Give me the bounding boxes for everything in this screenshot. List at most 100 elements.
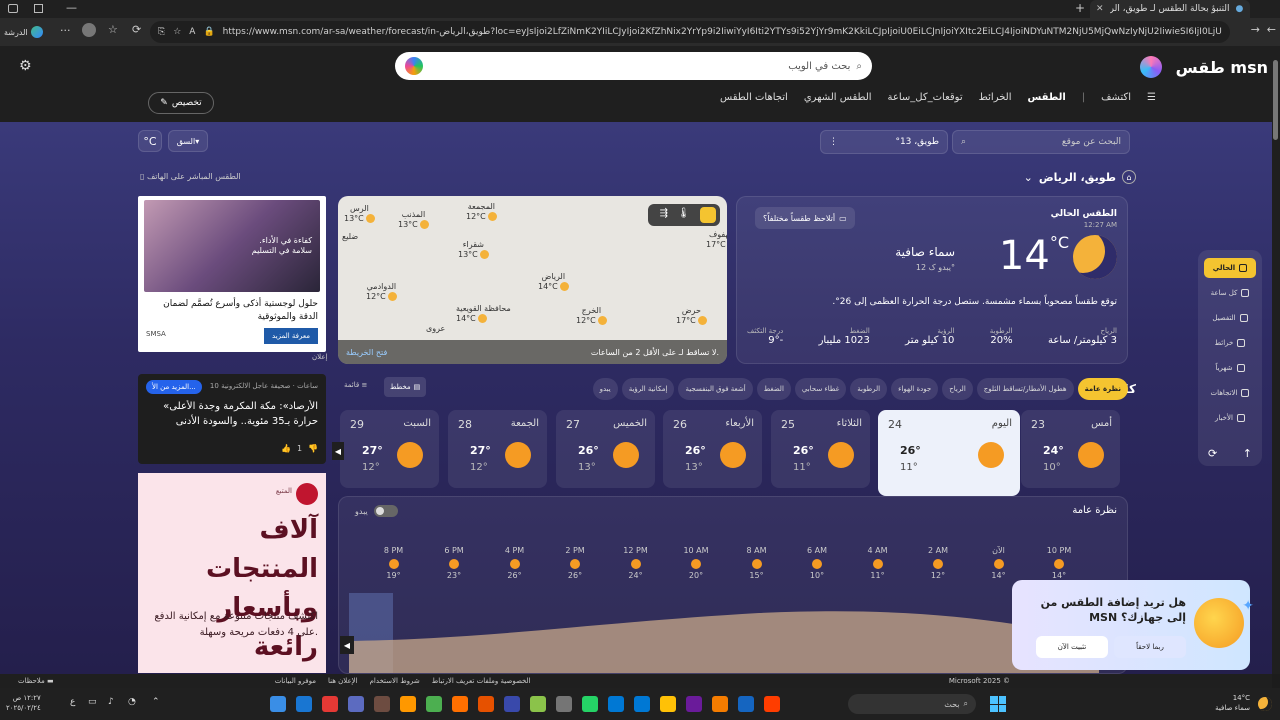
nav-trends[interactable]: اتجاهات الطقس [720,92,788,103]
hourly-tab[interactable]: الرطوبة [850,378,888,400]
chevron-down-icon[interactable]: ⌄ [1024,171,1033,184]
close-tab-icon[interactable]: ✕ [1096,4,1104,14]
map-layer-switcher[interactable]: 🌡 ⇶ [648,204,720,226]
files-icon[interactable] [348,696,364,712]
sidebar-item[interactable]: كل ساعة [1204,283,1256,303]
favorites-icon[interactable]: ☆ [108,23,118,36]
outlook-icon[interactable] [608,696,624,712]
hourly-tab[interactable]: غطاء سحابي [794,378,847,400]
map-city[interactable]: حرض 17°C [676,306,707,325]
wifi-icon[interactable]: ◔ [128,697,136,707]
map-city[interactable]: الرياض 14°C [538,272,569,291]
wind-layer-icon[interactable]: ⇶ [660,208,668,219]
volume-icon[interactable]: ♪ [108,697,114,707]
sidebar-item[interactable]: الاتجاهات [1204,383,1256,403]
sidebar-item[interactable]: الأخبار [1204,408,1256,428]
menu-icon[interactable]: ☰ [1147,92,1156,103]
scroll-left-icon[interactable]: ◀ [340,636,354,654]
network-icon[interactable] [504,696,520,712]
toggle-switch[interactable] [373,505,398,517]
ad-cta-button[interactable]: معرفة المزيد [264,328,318,344]
open-map-link[interactable]: فتح الخريطة [346,348,387,357]
more-options-icon[interactable]: ⋮ [829,137,838,147]
sidebar-item[interactable]: خرائط [1204,333,1256,353]
taskbar-search[interactable]: بحث ⌕ [848,694,976,714]
hourly-tab[interactable]: جودة الهواء [891,378,939,400]
hourly-tab[interactable]: يبدو [592,378,618,400]
place-name[interactable]: طويق، الرياض [1039,171,1116,184]
dislike-icon[interactable]: 👎 [308,444,318,453]
new-tab-icon[interactable]: + [1075,1,1085,15]
map-city[interactable]: الهفوف17°C [706,230,727,249]
nav-maps[interactable]: الخرائط [979,92,1012,103]
source-dropdown[interactable]: السق ▾ [168,130,208,152]
refresh-icon[interactable]: ⟳ [132,23,141,36]
sidebar-item[interactable]: شهرياً [1204,358,1256,378]
footer-terms[interactable]: شروط الاستخدام [370,677,420,685]
todo-icon[interactable] [530,696,546,712]
footer-privacy[interactable]: الخصوصية وملفات تعريف الارتباط [432,677,531,685]
day-card[interactable]: الثلاثاء 25 26° 11° [771,410,870,488]
report-weather-button[interactable]: أتلاحظ طقساً مختلفاً؟ ▭ [755,207,855,229]
hourly-tab[interactable]: نظرة عامة [1077,378,1128,400]
nav-weather[interactable]: الطقس [1028,92,1066,103]
folder-icon[interactable] [660,696,676,712]
lock-icon[interactable]: 🔒 [203,27,214,37]
view-chart-button[interactable]: مخطط ▤ [384,377,427,397]
map-city[interactable]: عروى [426,324,445,334]
scroll-left-icon[interactable]: ◀ [332,442,344,460]
copilot-search-icon[interactable] [405,57,423,75]
like-icon[interactable]: 👍 [281,444,291,453]
saved-location-chip[interactable]: طويق، 13° ⋮ [820,130,948,154]
unit-dropdown[interactable]: °C [138,130,162,152]
back-to-top-icon[interactable]: ↑ [1243,447,1252,460]
brave-icon[interactable] [400,696,416,712]
copilot-app-icon[interactable] [270,696,286,712]
forward-icon[interactable]: → [1251,23,1260,36]
teams-icon[interactable] [426,696,442,712]
nav-hourly[interactable]: توقعات_كل_ساعة [888,92,963,103]
sidebar-item[interactable]: التفصيل [1204,308,1256,328]
maybe-later-button[interactable]: ربما لاحقاً [1114,636,1186,658]
hourly-tab[interactable]: أشعة فوق البنفسجية [678,378,753,400]
minimize-icon[interactable]: — [66,1,77,14]
scrollbar[interactable] [1272,46,1280,674]
hourly-tab[interactable]: الرياح [942,378,973,400]
tray-chevron-icon[interactable]: ⌃ [152,697,160,707]
day-card-today[interactable]: اليوم 24 26° 11° [878,410,1020,496]
day-card[interactable]: السبت 29 27° 12° [340,410,439,488]
news-card[interactable]: المزيد من الأ... 10 ساعات · صحيفة عاجل ا… [138,374,326,464]
sidebar-item[interactable]: الحالي [1204,258,1256,278]
install-now-button[interactable]: تثبيت الآن [1036,636,1108,658]
whatsapp-icon[interactable] [582,696,598,712]
url-text[interactable]: https://www.msn.com/ar-sa/weather/foreca… [223,27,1222,37]
map-city[interactable]: محافظة القويعية 14°C [456,304,511,323]
taskbar-weather[interactable]: 14°C سماء صافية [1215,694,1250,714]
favorite-star-icon[interactable]: ☆ [173,27,181,37]
map-city[interactable]: ضليع [342,232,358,242]
back-icon[interactable]: ← [1267,23,1276,36]
location-search[interactable]: البحث عن موقع ⌕ [952,130,1130,154]
scrollbar-thumb[interactable] [1273,60,1278,140]
view-list-button[interactable]: قائمة ≡ [344,381,367,389]
weather-map[interactable]: 🌡 ⇶ فتح الخريطة لا تساقط لـ على الأقل 2 … [338,196,727,364]
terminal-icon[interactable] [738,696,754,712]
settings-gear-icon[interactable]: ⚙ [19,58,32,74]
explorer-icon[interactable] [374,696,390,712]
map-city[interactable]: شقراء 13°C [458,240,489,259]
map-city[interactable]: المجمعة 12°C [466,202,497,221]
more-news-button[interactable]: المزيد من الأ... [146,380,202,394]
ad-smsa[interactable]: كفاءة في الأداء. سلامة في التسليم حلول ل… [138,196,326,352]
youtube-icon[interactable] [322,696,338,712]
hourly-tab[interactable]: إمكانية الرؤية [621,378,675,400]
footer-data-providers[interactable]: موفرو البيانات [275,677,316,685]
office-icon[interactable] [452,696,468,712]
clock[interactable]: ١٢:٢٧ ص ٢٠٢٥/٠٢/٢٤ [6,694,41,714]
web-search-box[interactable]: ⌕ بحث في الويب [395,52,872,80]
nav-discover[interactable]: اكتشف [1101,92,1131,103]
copilot-icon[interactable] [686,696,702,712]
language-indicator[interactable]: ع [70,697,75,707]
day-card[interactable]: الجمعة 28 27° 12° [448,410,547,488]
word-icon[interactable] [296,696,312,712]
es-icon[interactable] [478,696,494,712]
